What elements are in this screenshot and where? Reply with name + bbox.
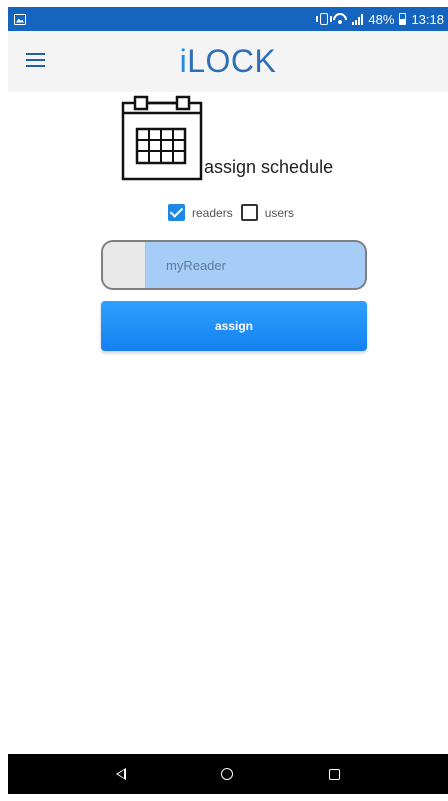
target-type-selector: readers users bbox=[168, 204, 302, 221]
users-checkbox[interactable] bbox=[240, 204, 258, 221]
status-bar: 48% 13:18 bbox=[8, 7, 448, 31]
photo-icon bbox=[14, 13, 26, 25]
wifi-icon bbox=[333, 13, 347, 25]
hamburger-menu-icon[interactable] bbox=[26, 53, 45, 67]
assign-schedule-label: assign schedule bbox=[204, 157, 334, 177]
home-icon[interactable] bbox=[221, 768, 234, 780]
app-screen: 48% 13:18 iLOCK assign schedule readers … bbox=[8, 7, 448, 794]
reader-select-field[interactable] bbox=[101, 240, 367, 290]
readers-checkbox[interactable] bbox=[168, 204, 185, 221]
reader-field-prefix bbox=[103, 242, 146, 288]
battery-percent: 48% bbox=[368, 11, 395, 27]
battery-icon bbox=[399, 13, 407, 25]
readers-checkbox-label[interactable]: readers bbox=[192, 206, 233, 220]
recents-icon[interactable] bbox=[329, 768, 341, 780]
navigation-bar bbox=[8, 754, 448, 794]
assign-button[interactable]: assign bbox=[101, 301, 367, 351]
app-bar: iLOCK bbox=[8, 31, 448, 92]
calendar-icon bbox=[121, 95, 203, 181]
reader-input[interactable] bbox=[146, 242, 365, 288]
users-checkbox-label[interactable]: users bbox=[265, 206, 294, 220]
app-title: iLOCK bbox=[180, 43, 277, 80]
back-icon[interactable] bbox=[115, 768, 126, 780]
app-title-rest: LOCK bbox=[187, 43, 277, 79]
signal-icon bbox=[352, 13, 364, 25]
vibrate-icon bbox=[316, 13, 333, 25]
clock: 13:18 bbox=[411, 11, 444, 27]
